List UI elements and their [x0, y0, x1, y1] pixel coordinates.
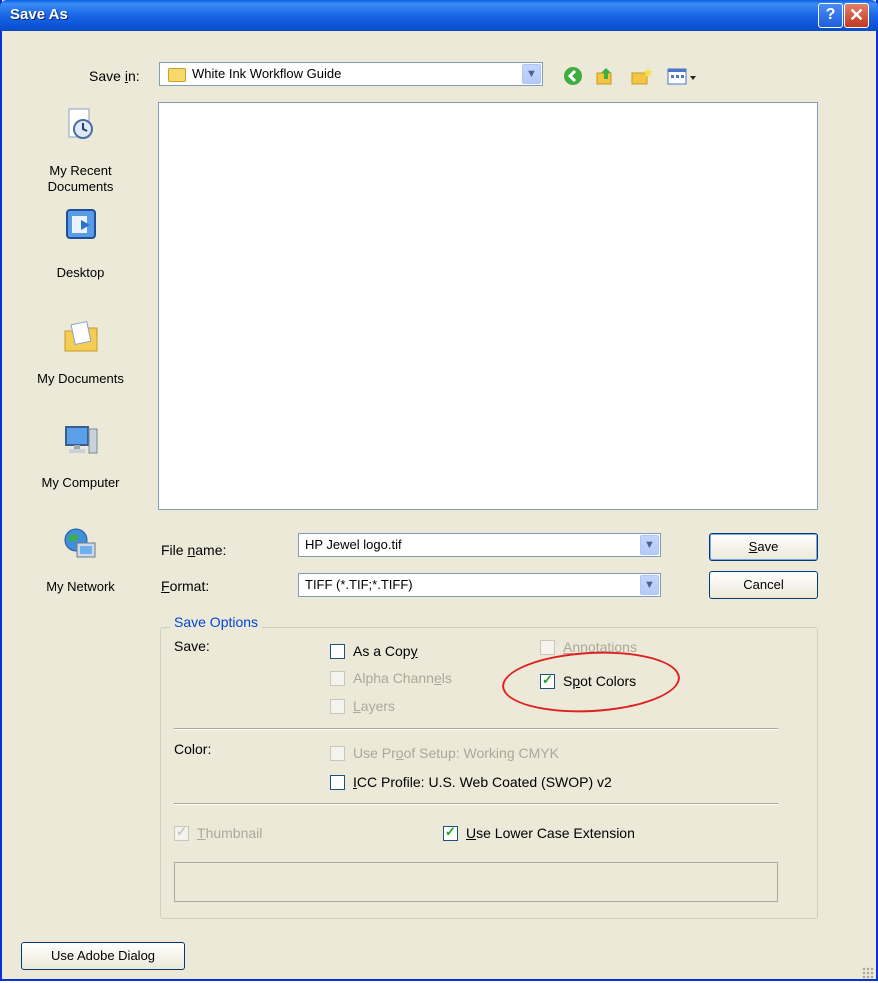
close-button[interactable]: ✕ — [844, 3, 869, 28]
chevron-down-icon[interactable]: ▼ — [640, 535, 659, 555]
places-item-label: Desktop — [56, 265, 105, 280]
save-label: Save: — [174, 638, 210, 654]
save-in-dropdown[interactable]: White Ink Workflow Guide ▼ — [159, 62, 543, 86]
title-bar[interactable]: Save As ? ✕ — [0, 0, 878, 31]
as-a-copy-checkbox[interactable] — [330, 644, 345, 659]
format-label: Format: — [161, 578, 210, 594]
file-name-label: File name: — [161, 542, 227, 558]
annotations-checkbox[interactable] — [540, 640, 555, 655]
places-item-label: My Documents — [37, 371, 124, 386]
save-in-label: Save in: — [89, 68, 140, 84]
resize-grip-icon[interactable] — [862, 967, 874, 979]
file-name-field[interactable]: HP Jewel logo.tif ▼ — [298, 533, 661, 557]
checkmark-icon: ✓ — [445, 824, 456, 839]
thumbnail-label: Thumbnail — [197, 825, 263, 841]
cancel-button[interactable]: Cancel — [709, 571, 818, 599]
file-list-view[interactable] — [158, 102, 818, 510]
alpha-channels-label: Alpha Channels — [353, 670, 452, 686]
folder-icon — [168, 68, 186, 82]
divider — [174, 803, 778, 805]
back-icon[interactable] — [562, 65, 584, 87]
places-item-desktop[interactable]: Desktop — [20, 207, 141, 287]
divider — [174, 728, 778, 730]
save-in-value: White Ink Workflow Guide — [192, 66, 342, 81]
views-menu-icon[interactable] — [666, 65, 700, 87]
use-proof-setup-checkbox[interactable] — [330, 746, 345, 761]
color-label: Color: — [174, 741, 212, 757]
use-adobe-dialog-button[interactable]: Use Adobe Dialog — [21, 942, 185, 970]
alpha-channels-checkbox[interactable] — [330, 671, 345, 686]
places-item-network[interactable]: My Network — [20, 523, 141, 603]
file-name-value: HP Jewel logo.tif — [305, 537, 402, 552]
places-item-documents[interactable]: My Documents — [20, 309, 141, 399]
icc-profile-label: ICC Profile: U.S. Web Coated (SWOP) v2 — [353, 774, 612, 790]
save-button[interactable]: Save — [709, 533, 818, 561]
save-options-legend: Save Options — [170, 614, 263, 630]
places-item-computer[interactable]: My Computer — [20, 419, 141, 499]
new-folder-icon[interactable] — [630, 65, 654, 87]
desktop-icon — [66, 209, 96, 239]
lower-case-extension-label: Use Lower Case Extension — [466, 825, 635, 841]
recent-documents-icon — [68, 108, 93, 139]
format-value: TIFF (*.TIF;*.TIFF) — [305, 577, 413, 592]
window-title: Save As — [10, 6, 68, 23]
help-button[interactable]: ? — [818, 3, 843, 28]
checkmark-icon: ✓ — [176, 824, 187, 839]
chevron-down-icon[interactable]: ▼ — [640, 575, 659, 595]
chevron-down-icon[interactable]: ▼ — [522, 64, 541, 84]
places-item-recent[interactable]: My Recent Documents — [20, 103, 141, 203]
icc-profile-checkbox[interactable] — [330, 775, 345, 790]
places-bar: My Recent Documents Desktop My Documents… — [20, 103, 141, 597]
as-a-copy-label: As a Copy — [353, 643, 418, 659]
use-proof-setup-label: Use Proof Setup: Working CMYK — [353, 745, 559, 761]
my-computer-icon — [65, 426, 98, 454]
layers-checkbox[interactable] — [330, 699, 345, 714]
places-item-label: My Computer — [41, 475, 120, 490]
my-documents-icon — [64, 320, 98, 352]
layers-label: Layers — [353, 698, 396, 714]
file-info-box — [174, 862, 778, 902]
format-dropdown[interactable]: TIFF (*.TIF;*.TIFF) ▼ — [298, 573, 661, 597]
places-item-label: My Recent Documents — [47, 163, 114, 194]
thumbnail-checkbox[interactable]: ✓ — [174, 824, 189, 841]
places-item-label: My Network — [46, 579, 115, 594]
lower-case-extension-checkbox[interactable]: ✓ — [443, 824, 458, 841]
up-folder-icon[interactable] — [594, 65, 616, 87]
my-network-icon — [64, 528, 96, 558]
